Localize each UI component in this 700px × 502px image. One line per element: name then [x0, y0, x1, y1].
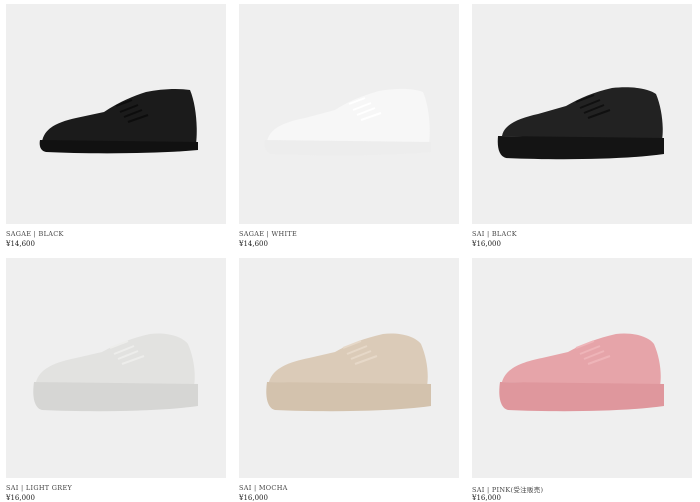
shoe-sole	[39, 140, 198, 154]
product-price: ¥14,600	[6, 240, 35, 248]
sneaker-image	[39, 88, 198, 154]
shoe-sole	[264, 140, 431, 156]
shoe-upper	[502, 87, 663, 140]
product-name[interactable]: SAI | MOCHA	[239, 484, 288, 492]
product-price: ¥16,000	[472, 240, 501, 248]
shoe-upper	[42, 88, 197, 144]
product-name[interactable]: SAGAE | WHITE	[239, 230, 297, 238]
sneaker-image	[499, 333, 664, 412]
product-name[interactable]: SAI | BLACK	[472, 230, 517, 238]
product-name[interactable]: SAI | LIGHT GREY	[6, 484, 72, 492]
product-card[interactable]: SAGAE | WHITE ¥14,600	[239, 4, 459, 248]
product-card[interactable]: SAI | BLACK ¥16,000	[472, 4, 692, 248]
shoe-sole	[266, 382, 431, 412]
shoe-upper	[269, 333, 428, 386]
product-price: ¥16,000	[472, 494, 501, 502]
product-card[interactable]: SAI | MOCHA ¥16,000	[239, 258, 459, 502]
shoe-upper	[267, 88, 430, 144]
product-image[interactable]	[239, 258, 459, 478]
product-price: ¥14,600	[239, 240, 268, 248]
product-image[interactable]	[472, 4, 692, 224]
product-price: ¥16,000	[6, 494, 35, 502]
sneaker-image	[497, 87, 664, 160]
product-card[interactable]: SAI | LIGHT GREY ¥16,000	[6, 258, 226, 502]
sneaker-image	[266, 333, 431, 412]
product-image[interactable]	[6, 4, 226, 224]
product-name[interactable]: SAI | PINK(受注販売)	[472, 484, 543, 494]
product-price: ¥16,000	[239, 494, 268, 502]
product-grid: SAGAE | BLACK ¥14,600 SAGAE | WHITE ¥14,…	[0, 0, 700, 502]
product-card[interactable]: SAGAE | BLACK ¥14,600	[6, 4, 226, 248]
shoe-upper	[502, 333, 661, 386]
shoe-sole	[33, 382, 198, 412]
product-image[interactable]	[472, 258, 692, 478]
shoe-sole	[499, 382, 664, 412]
sneaker-image	[264, 88, 431, 156]
sneaker-image	[33, 333, 198, 412]
product-image[interactable]	[239, 4, 459, 224]
shoe-sole	[497, 136, 664, 160]
shoe-upper	[36, 333, 195, 386]
product-image[interactable]	[6, 258, 226, 478]
product-card[interactable]: SAI | PINK(受注販売) ¥16,000	[472, 258, 692, 502]
product-name[interactable]: SAGAE | BLACK	[6, 230, 64, 238]
